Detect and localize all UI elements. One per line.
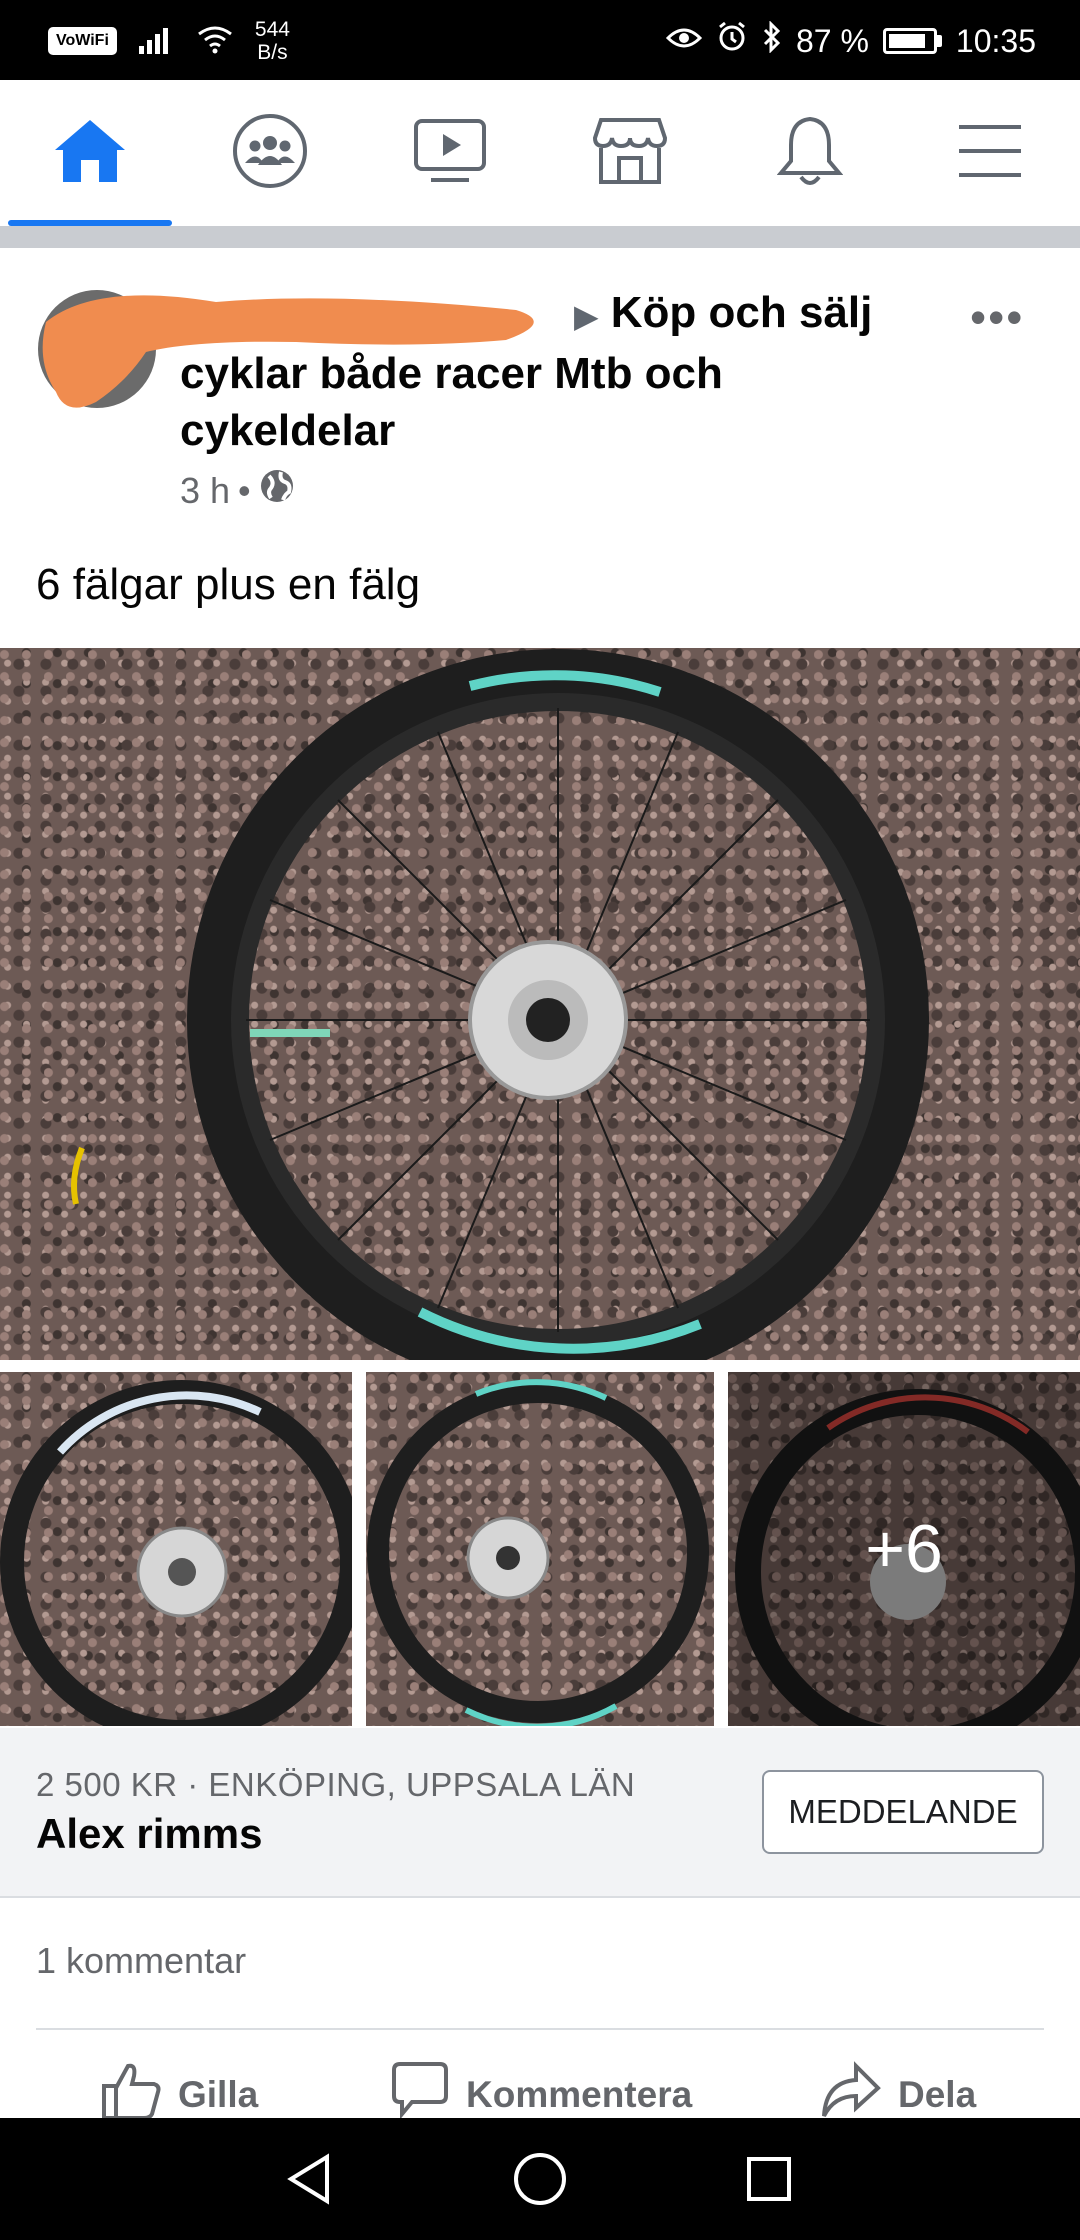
vowifi-badge: VoWiFi [48,27,117,55]
net-speed-unit: B/s [257,41,288,64]
thumbnail-photo-1[interactable] [0,1372,352,1726]
like-label: Gilla [178,2073,259,2115]
home-icon [53,118,127,189]
nav-separator [0,226,1080,248]
back-button[interactable] [278,2148,340,2210]
tab-marketplace[interactable] [548,80,712,226]
wheel-thumb-2 [367,1379,709,1726]
meta-separator: • [238,469,251,511]
listing-title[interactable]: Alex rimms [36,1810,262,1858]
comment-label: Kommentera [466,2073,693,2115]
share-label: Dela [898,2073,977,2115]
home-circle-icon [514,2153,566,2205]
recents-square-icon [747,2157,791,2201]
network-speed: 544 B/s [255,18,290,64]
notifications-icon [776,115,844,192]
menu-icon [957,123,1023,184]
status-bar: VoWiFi 544 B/s 87 % 10:35 [0,0,1080,80]
wheel-thumb-1 [0,1380,352,1726]
top-navigation [0,80,1080,226]
wheel-illustration [71,649,929,1360]
divider [36,2028,1044,2030]
marketplace-icon [592,116,668,191]
clock: 10:35 [955,22,1036,59]
post-time[interactable]: 3 h [180,470,230,512]
tab-watch[interactable] [368,80,532,226]
back-triangle-icon [287,2153,329,2205]
bluetooth-icon [762,20,782,61]
comment-bubble-icon [390,2060,450,2118]
battery-icon [882,28,942,54]
status-left: VoWiFi 544 B/s [48,18,290,64]
main-photo[interactable] [0,648,1080,1360]
signal-icon [138,24,175,59]
thumbnail-photo-3[interactable]: +6 [728,1372,1080,1726]
battery-fill [888,34,926,48]
thumbs-up-icon [100,2060,162,2118]
like-button[interactable]: Gilla [100,2060,258,2118]
redacted-author[interactable]: xxxxxxxxxxxxxx n [180,288,562,337]
status-right: 87 % 10:35 [665,18,1036,64]
comments-count[interactable]: 1 kommentar [36,1940,246,1982]
net-speed-value: 544 [254,18,290,41]
alarm-icon [716,21,748,61]
tab-menu[interactable] [908,80,1072,226]
groups-icon [232,113,308,194]
comment-button[interactable]: Kommentera [390,2060,692,2118]
more-photos-overlay[interactable]: +6 [728,1372,1080,1726]
globe-icon [259,468,295,513]
battery-percent: 87 % [795,22,869,59]
watch-icon [413,118,487,189]
tab-home[interactable] [8,80,172,226]
recents-button[interactable] [738,2148,800,2210]
eye-icon [665,23,703,60]
share-button[interactable]: Dela [820,2060,976,2118]
triangle-right-icon: ▶ [573,298,599,334]
post-actions: Gilla Kommentera Dela [0,2060,1080,2118]
price-location: 2 500 KR · ENKÖPING, UPPSALA LÄN [36,1766,636,1803]
share-arrow-icon [820,2060,882,2118]
post-meta: 3 h • [180,468,295,513]
message-button[interactable]: MEDDELANDE [762,1770,1044,1854]
more-options-button[interactable]: ••• [970,290,1024,344]
post-title: xxxxxxxxxxxxxx n ▶ Köp och sälj cyklar b… [180,284,920,459]
thumbnail-photo-2[interactable] [366,1372,714,1726]
system-navigation-bar [0,2118,1080,2240]
divider [0,1896,1080,1898]
post-text: 6 fälgar plus en fälg [36,560,421,609]
tab-notifications[interactable] [728,80,892,226]
tab-groups[interactable] [188,80,352,226]
wifi-icon [197,24,233,59]
home-button[interactable] [509,2148,571,2210]
